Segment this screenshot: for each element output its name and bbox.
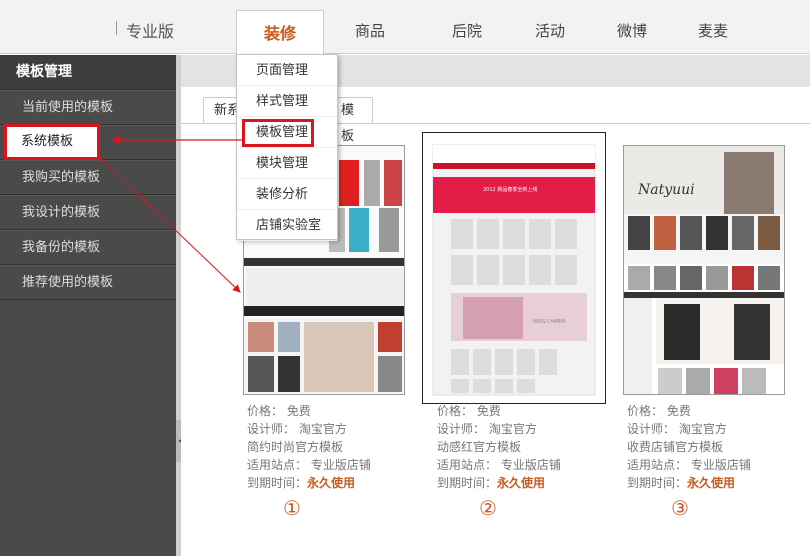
brand-separator — [116, 21, 117, 35]
decorate-dropdown-menu: 页面管理 样式管理 模板管理 模块管理 装修分析 店铺实验室 — [236, 54, 338, 241]
template-expire-value: 永久使用 — [307, 476, 356, 490]
template-expire-value: 永久使用 — [497, 476, 546, 490]
sidebar-item-recommended[interactable]: 推荐使用的模板 — [0, 265, 176, 300]
menu-item-decoration-analysis[interactable]: 装修分析 — [237, 179, 337, 210]
nav-backyard[interactable]: 后院 — [452, 20, 482, 41]
template-designer: 设计师： 淘宝官方 — [627, 422, 727, 436]
thumb-banner-text-2: 2012 新品春季全新上线 — [483, 186, 537, 193]
nav-maimai[interactable]: 麦麦 — [698, 20, 728, 41]
template-price: 价格： 免费 — [627, 404, 691, 418]
thumb-slogan-text-2: MISS.CHARM — [533, 319, 565, 325]
template-site: 适用站点： 专业版店铺 — [247, 458, 371, 472]
template-price: 价格： 免费 — [247, 404, 311, 418]
top-nav-bar: 专业版 装修 商品 后院 活动 微博 麦麦 — [0, 0, 810, 55]
template-expire-value: 永久使用 — [687, 476, 736, 490]
template-price: 价格： 免费 — [437, 404, 501, 418]
nav-activities[interactable]: 活动 — [535, 20, 565, 41]
template-preview-2: 2012 新品春季全新上线 MISS.CHARM — [423, 133, 605, 403]
template-marker-3: ③ — [671, 496, 689, 520]
sidebar-item-current[interactable]: 当前使用的模板 — [0, 90, 176, 125]
template-site: 适用站点： 专业版店铺 — [437, 458, 561, 472]
template-name[interactable]: 动感红官方模板 — [437, 438, 561, 456]
template-thumbnail-2[interactable]: 2012 新品春季全新上线 MISS.CHARM — [422, 132, 606, 404]
menu-item-template-management[interactable]: 模板管理 — [237, 117, 337, 148]
nav-products[interactable]: 商品 — [355, 20, 385, 41]
template-info-1: 价格： 免费 设计师： 淘宝官方 简约时尚官方模板 适用站点： 专业版店铺 到期… — [247, 402, 371, 492]
sidebar-item-designed[interactable]: 我设计的模板 — [0, 195, 176, 230]
sidebar-item-backup[interactable]: 我备份的模板 — [0, 230, 176, 265]
template-thumbnail-3[interactable]: Natyuui — [623, 145, 785, 395]
template-name[interactable]: 收费店铺官方模板 — [627, 438, 751, 456]
menu-item-style-management[interactable]: 样式管理 — [237, 86, 337, 117]
template-expire: 到期时间：永久使用 — [437, 476, 546, 490]
template-designer: 设计师： 淘宝官方 — [437, 422, 537, 436]
menu-item-module-management[interactable]: 模块管理 — [237, 148, 337, 179]
template-info-2: 价格： 免费 设计师： 淘宝官方 动感红官方模板 适用站点： 专业版店铺 到期时… — [437, 402, 561, 492]
template-designer: 设计师： 淘宝官方 — [247, 422, 347, 436]
template-info-3: 价格： 免费 设计师： 淘宝官方 收费店铺官方模板 适用站点： 专业版店铺 到期… — [627, 402, 751, 492]
thumb-logo-text-3: Natyuui — [637, 182, 695, 198]
highlight-box — [242, 119, 314, 147]
template-expire: 到期时间：永久使用 — [627, 476, 736, 490]
sidebar-title: 模板管理 — [0, 55, 176, 90]
template-marker-2: ② — [479, 496, 497, 520]
template-marker-1: ① — [283, 496, 301, 520]
template-name[interactable]: 简约时尚官方模板 — [247, 438, 371, 456]
template-preview-3: Natyuui — [624, 146, 784, 394]
edition-label: 专业版 — [126, 22, 175, 41]
menu-item-page-management[interactable]: 页面管理 — [237, 55, 337, 86]
sidebar-item-purchased[interactable]: 我购买的模板 — [0, 160, 176, 195]
sidebar-item-system-label: 系统模板 — [4, 124, 100, 160]
sidebar: 模板管理 当前使用的模板 系统模板 我购买的模板 我设计的模板 我备份的模板 推… — [0, 55, 176, 556]
template-expire: 到期时间：永久使用 — [247, 476, 356, 490]
sidebar-item-system[interactable]: 系统模板 — [0, 124, 176, 160]
nav-decorate[interactable]: 装修 — [236, 10, 324, 55]
template-site: 适用站点： 专业版店铺 — [627, 458, 751, 472]
menu-item-store-lab[interactable]: 店铺实验室 — [237, 210, 337, 241]
nav-weibo[interactable]: 微博 — [617, 20, 647, 41]
